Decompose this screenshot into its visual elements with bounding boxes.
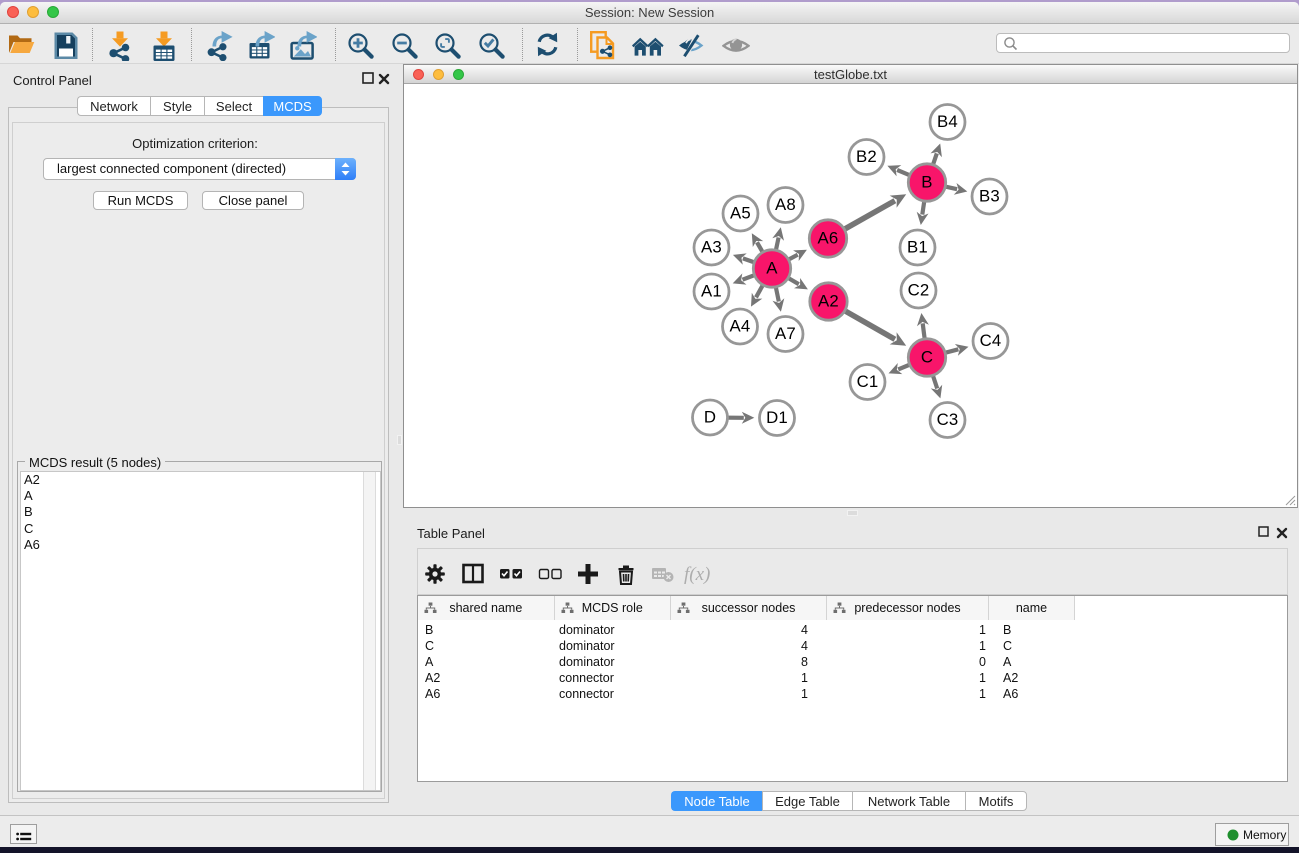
- svg-text:C3: C3: [937, 410, 959, 429]
- svg-text:A5: A5: [730, 204, 751, 223]
- svg-text:A7: A7: [775, 324, 796, 343]
- svg-text:B4: B4: [937, 112, 958, 131]
- svg-text:A6: A6: [818, 229, 839, 248]
- svg-text:A2: A2: [818, 292, 839, 311]
- svg-text:A1: A1: [701, 282, 722, 301]
- svg-text:A8: A8: [775, 195, 796, 214]
- svg-text:B2: B2: [856, 147, 877, 166]
- svg-text:A3: A3: [701, 238, 722, 257]
- svg-text:D: D: [704, 408, 716, 427]
- svg-text:B: B: [921, 173, 932, 192]
- svg-text:B1: B1: [907, 238, 928, 257]
- svg-text:A4: A4: [730, 317, 751, 336]
- svg-text:C1: C1: [857, 372, 879, 391]
- svg-text:A: A: [766, 259, 778, 278]
- svg-text:C: C: [921, 348, 933, 367]
- svg-text:f(x): f(x): [684, 564, 710, 585]
- svg-text:B3: B3: [979, 187, 1000, 206]
- svg-text:C4: C4: [980, 331, 1002, 350]
- svg-text:D1: D1: [766, 408, 788, 427]
- svg-text:C2: C2: [908, 281, 930, 300]
